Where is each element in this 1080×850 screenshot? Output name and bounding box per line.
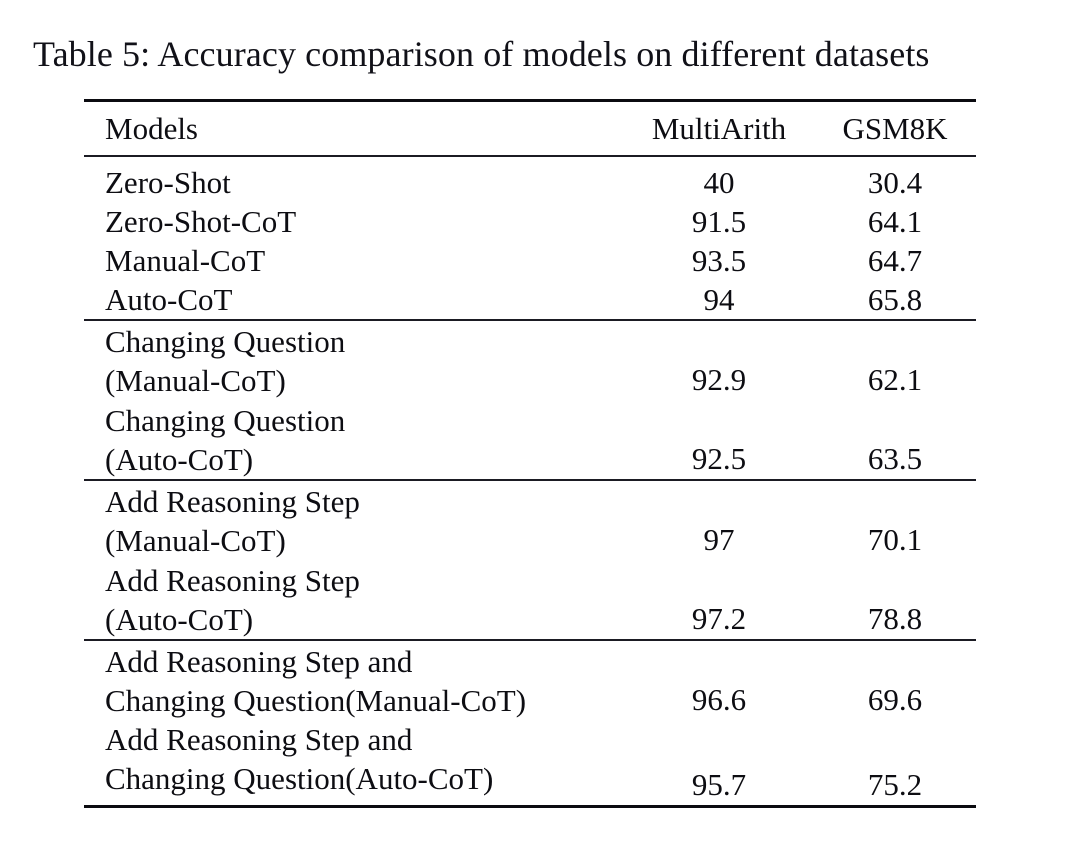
cell-multiarith: 40 xyxy=(624,155,814,202)
table-row: Add Reasoning Step (Manual-CoT) 97 70.1 xyxy=(84,479,976,560)
table-row: Add Reasoning Step and Changing Question… xyxy=(84,720,976,807)
row-label: Zero-Shot-CoT xyxy=(105,204,297,239)
table-caption: Table 5: Accuracy comparison of models o… xyxy=(33,34,930,74)
table-block-changing-question: Changing Question (Manual-CoT) 92.9 62.1… xyxy=(84,319,976,480)
row-label: Add Reasoning Step and Changing Question… xyxy=(84,720,624,807)
cell-gsm8k: 65.8 xyxy=(867,282,923,317)
cell-gsm8k: 69.6 xyxy=(814,639,976,720)
table-block-add-reasoning-step: Add Reasoning Step (Manual-CoT) 97 70.1 … xyxy=(84,479,976,640)
table-row: Auto-CoT 94 65.8 xyxy=(84,280,976,320)
table-row: Manual-CoT 93.5 64.7 xyxy=(84,241,976,280)
table-row: Add Reasoning Step and Changing Question… xyxy=(84,639,976,720)
cell-multiarith: 92.9 xyxy=(624,319,814,400)
row-label: Zero-Shot xyxy=(84,155,624,202)
column-header-gsm8k: GSM8K xyxy=(842,111,948,146)
bottom-rule-cell xyxy=(814,805,976,809)
table-container: Models MultiArith GSM8K Zero-Shot 40 30.… xyxy=(84,99,976,809)
cell-gsm8k: 64.7 xyxy=(867,243,923,278)
row-label-line1: Changing Question xyxy=(105,324,346,359)
table-block-combined: Add Reasoning Step and Changing Question… xyxy=(84,639,976,807)
bottom-rule-cell xyxy=(624,805,814,809)
row-label-line2: (Auto-CoT) xyxy=(105,442,254,477)
cell-multiarith: 97 xyxy=(624,479,814,560)
cell-gsm8k: 75.2 xyxy=(867,767,923,802)
accuracy-comparison-table: Models MultiArith GSM8K Zero-Shot 40 30.… xyxy=(84,99,976,809)
bottom-rule xyxy=(84,805,976,809)
table-row: Zero-Shot 40 30.4 xyxy=(84,155,976,202)
table-row: Changing Question (Auto-CoT) 92.5 63.5 xyxy=(84,400,976,480)
row-label-line1: Add Reasoning Step and xyxy=(105,644,413,679)
cell-multiarith: 94 xyxy=(703,282,735,317)
cell-gsm8k: 64.1 xyxy=(867,204,923,239)
row-label-line2: (Manual-CoT) xyxy=(105,523,286,558)
cell-multiarith: 91.5 xyxy=(691,204,747,239)
table-header: Models MultiArith GSM8K xyxy=(84,100,976,157)
cell-multiarith: 95.7 xyxy=(691,767,747,802)
row-label: Auto-CoT xyxy=(105,282,233,317)
table-block-baselines: Zero-Shot 40 30.4 Zero-Shot-CoT 91.5 64.… xyxy=(84,155,976,320)
cell-multiarith: 96.6 xyxy=(624,639,814,720)
row-label-line1: Changing Question xyxy=(105,403,346,438)
table-footer-rule xyxy=(84,805,976,809)
table-row: Add Reasoning Step (Auto-CoT) 97.2 78.8 xyxy=(84,560,976,640)
document-page: Table 5: Accuracy comparison of models o… xyxy=(0,0,1080,850)
row-label-line1: Add Reasoning Step xyxy=(105,484,360,519)
row-label-line2: (Manual-CoT) xyxy=(105,363,286,398)
table-row: Changing Question (Manual-CoT) 92.9 62.1 xyxy=(84,319,976,400)
row-label-line1: Add Reasoning Step xyxy=(105,563,360,598)
cell-gsm8k: 63.5 xyxy=(867,441,923,476)
row-label: Add Reasoning Step (Auto-CoT) xyxy=(84,560,624,640)
cell-multiarith: 92.5 xyxy=(691,441,747,476)
row-label: Add Reasoning Step and Changing Question… xyxy=(84,639,624,720)
cell-gsm8k: 70.1 xyxy=(814,479,976,560)
table-row: Zero-Shot-CoT 91.5 64.1 xyxy=(84,202,976,241)
cell-gsm8k: 30.4 xyxy=(814,155,976,202)
table-header-row: Models MultiArith GSM8K xyxy=(84,100,976,157)
row-label-line2: Changing Question(Auto-CoT) xyxy=(105,761,494,796)
column-header-multiarith: MultiArith xyxy=(651,111,787,146)
cell-gsm8k: 62.1 xyxy=(814,319,976,400)
cell-gsm8k: 78.8 xyxy=(867,601,923,636)
column-header-models: Models xyxy=(105,111,198,146)
cell-multiarith: 97.2 xyxy=(691,601,747,636)
row-label-line1: Add Reasoning Step and xyxy=(105,722,413,757)
cell-multiarith: 93.5 xyxy=(691,243,747,278)
row-label: Changing Question (Manual-CoT) xyxy=(84,319,624,400)
row-label: Changing Question (Auto-CoT) xyxy=(84,400,624,480)
row-label: Add Reasoning Step (Manual-CoT) xyxy=(84,479,624,560)
row-label-line2: (Auto-CoT) xyxy=(105,602,254,637)
row-label-line2: Changing Question(Manual-CoT) xyxy=(105,683,527,718)
row-label: Manual-CoT xyxy=(105,243,266,278)
bottom-rule-cell xyxy=(84,805,624,809)
